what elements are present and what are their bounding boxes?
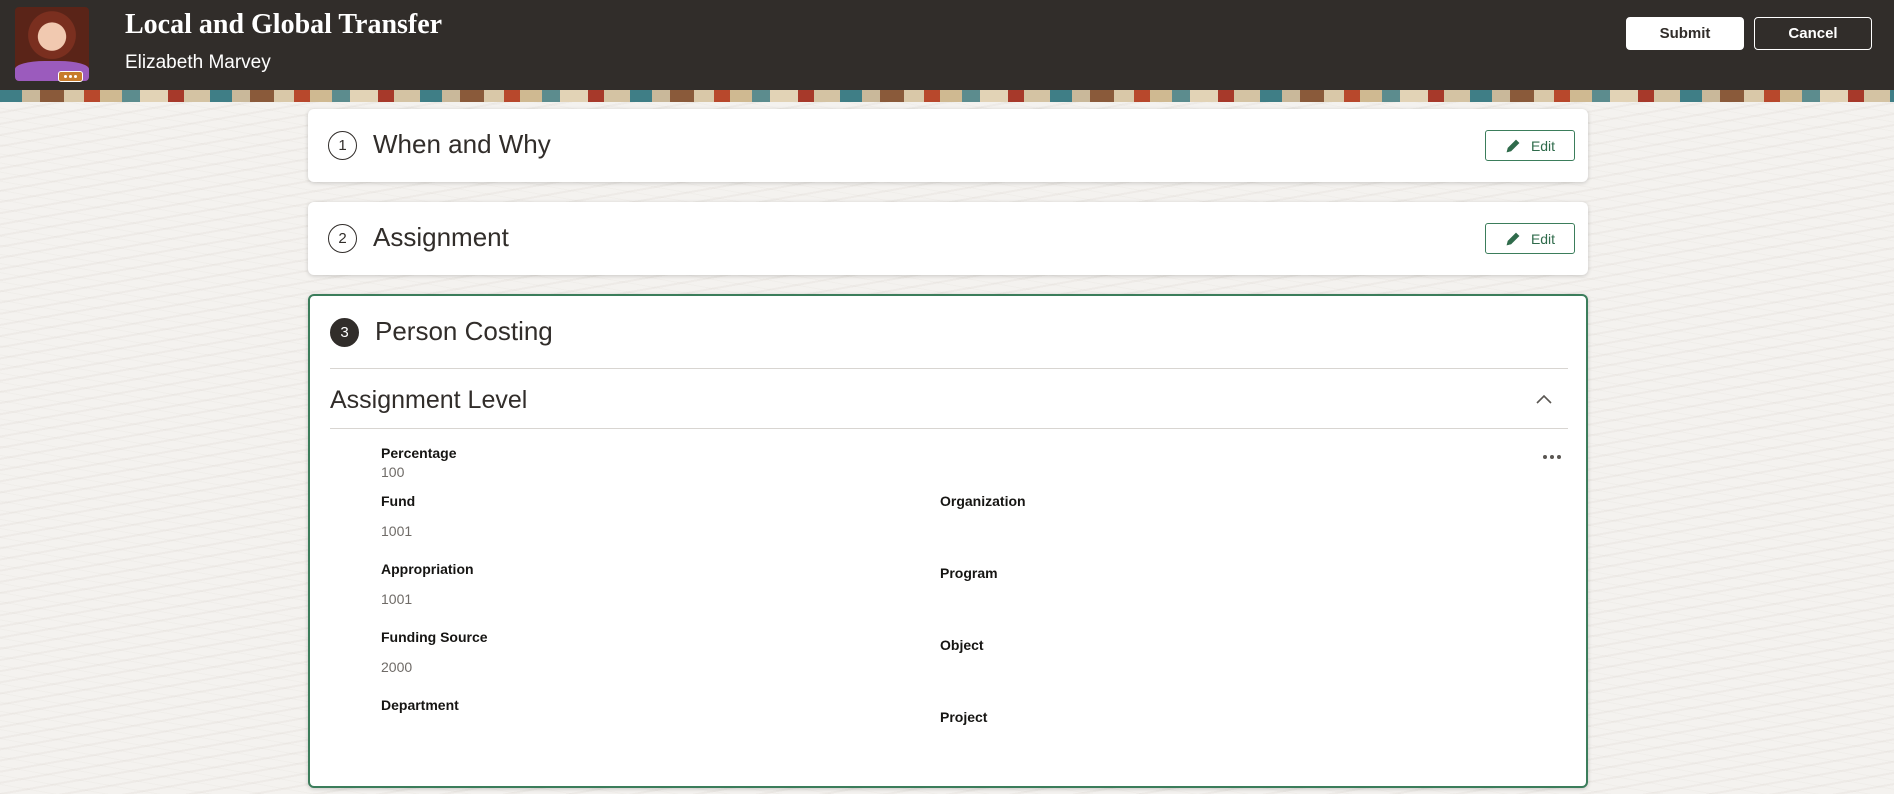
step-number: 3 xyxy=(330,318,359,347)
section-title: Assignment Level xyxy=(330,386,528,414)
step-number: 1 xyxy=(328,131,357,160)
page-title: Local and Global Transfer xyxy=(125,9,443,40)
fund-value: 1001 xyxy=(381,523,413,539)
person-name: Elizabeth Marvey xyxy=(125,52,271,73)
appropriation-value: 1001 xyxy=(381,591,413,607)
step-card-assignment: 2 Assignment Edit xyxy=(308,202,1588,275)
divider xyxy=(330,368,1568,369)
step-card-when-and-why: 1 When and Why Edit xyxy=(308,109,1588,182)
pencil-icon xyxy=(1506,139,1520,152)
avatar[interactable] xyxy=(15,7,89,81)
edit-assignment-button[interactable]: Edit xyxy=(1485,223,1575,254)
more-actions-icon[interactable] xyxy=(1540,450,1564,464)
divider xyxy=(330,428,1568,429)
cancel-button[interactable]: Cancel xyxy=(1754,17,1872,50)
pencil-icon xyxy=(1506,232,1520,245)
funding-source-label: Funding Source xyxy=(381,629,488,645)
department-label: Department xyxy=(381,697,459,713)
edit-when-and-why-button[interactable]: Edit xyxy=(1485,130,1575,161)
appropriation-label: Appropriation xyxy=(381,561,474,577)
percentage-label: Percentage xyxy=(381,445,457,461)
step-number: 2 xyxy=(328,224,357,253)
step-title: When and Why xyxy=(373,129,551,159)
step-title: Person Costing xyxy=(375,316,553,346)
step-card-person-costing: 3 Person Costing Assignment Level Percen… xyxy=(308,294,1588,788)
edit-label: Edit xyxy=(1530,230,1556,247)
chevron-up-icon[interactable] xyxy=(1532,388,1556,412)
step-title: Assignment xyxy=(373,222,509,252)
program-label: Program xyxy=(940,565,998,581)
submit-button[interactable]: Submit xyxy=(1626,17,1744,50)
more-options-icon[interactable] xyxy=(58,71,83,82)
project-label: Project xyxy=(940,709,988,725)
organization-label: Organization xyxy=(940,493,1026,509)
fund-label: Fund xyxy=(381,493,416,509)
funding-source-value: 2000 xyxy=(381,659,413,675)
object-label: Object xyxy=(940,637,984,653)
decorative-banner xyxy=(0,90,1894,102)
page-header: Local and Global Transfer Elizabeth Marv… xyxy=(0,0,1894,90)
percentage-value: 100 xyxy=(381,464,405,480)
edit-label: Edit xyxy=(1530,137,1556,154)
